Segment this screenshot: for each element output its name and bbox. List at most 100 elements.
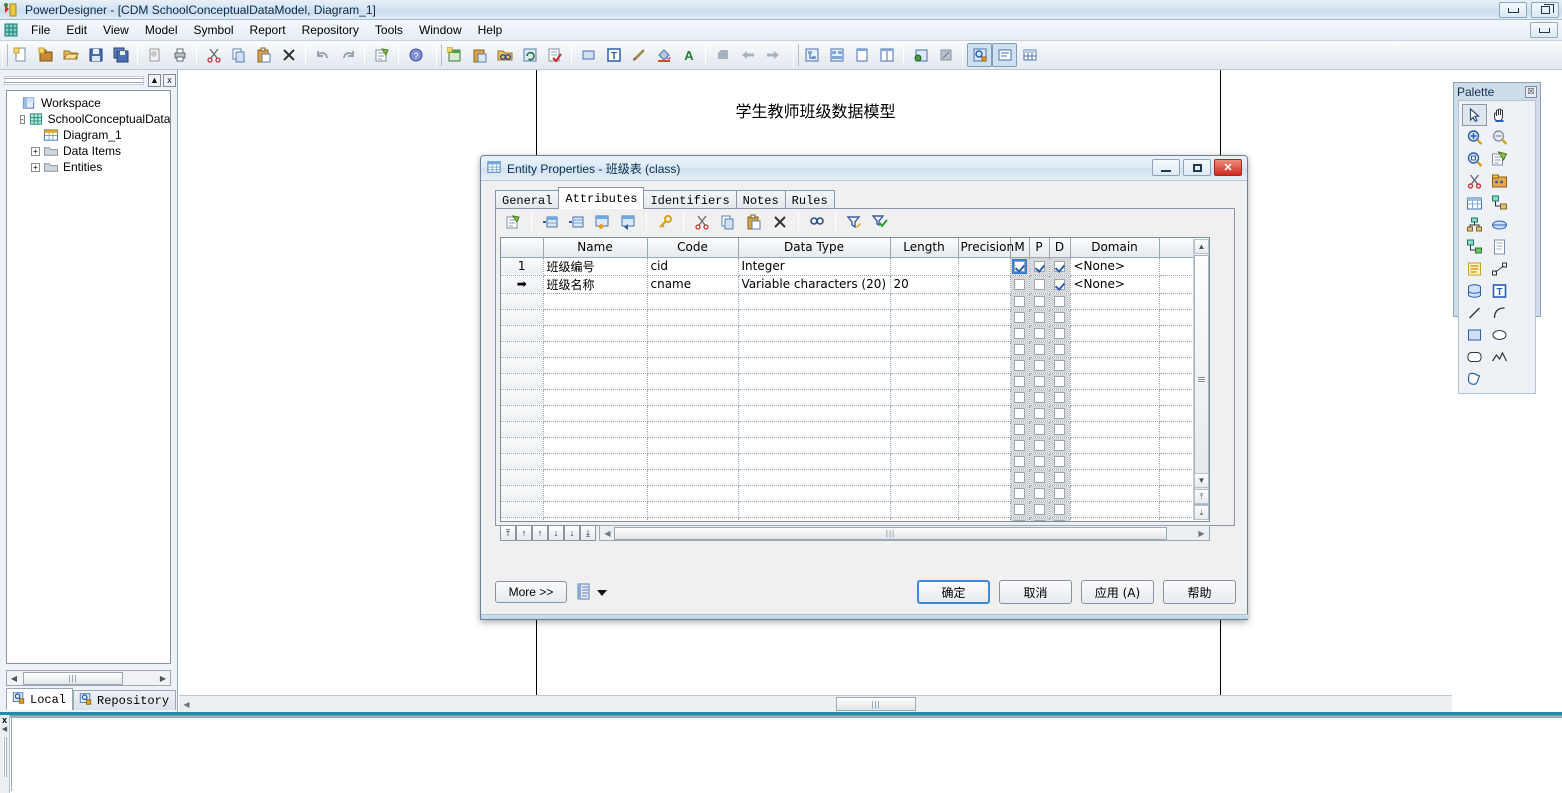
cell-code[interactable] xyxy=(647,357,739,374)
zoom-area-tool-icon[interactable] xyxy=(1462,148,1487,170)
table-row-empty[interactable] xyxy=(501,501,1209,518)
zoom-in-tool-icon[interactable] xyxy=(1462,126,1487,148)
cell-code[interactable] xyxy=(647,373,739,390)
cell-displayed-checkbox[interactable] xyxy=(1049,517,1071,521)
cell-primary-checkbox[interactable] xyxy=(1029,257,1050,276)
cell-mandatory-checkbox[interactable] xyxy=(1010,405,1030,422)
checkbox[interactable] xyxy=(1033,344,1045,355)
rounded-rectangle-tool-icon[interactable] xyxy=(1462,346,1487,368)
link-symbol-tool-icon[interactable] xyxy=(1487,258,1512,280)
menu-item-help[interactable]: Help xyxy=(470,21,511,39)
undo-icon[interactable] xyxy=(310,43,335,67)
checkbox[interactable] xyxy=(1054,312,1065,323)
organize-symbols-icon[interactable] xyxy=(799,43,824,67)
cell-domain[interactable] xyxy=(1070,405,1160,422)
cut-icon[interactable] xyxy=(201,43,226,67)
line-tool-icon[interactable] xyxy=(1462,302,1487,324)
display-preferences-icon[interactable] xyxy=(908,43,933,67)
align-icon[interactable] xyxy=(710,43,735,67)
cell-code[interactable] xyxy=(647,309,739,326)
checkbox[interactable] xyxy=(1054,376,1065,387)
cell-primary-checkbox[interactable] xyxy=(1029,357,1050,374)
checkbox[interactable] xyxy=(1033,392,1045,403)
checkbox[interactable] xyxy=(1033,472,1045,483)
checkbox[interactable] xyxy=(1014,504,1025,515)
rectangle-tool-icon[interactable] xyxy=(1462,324,1487,346)
menu-item-edit[interactable]: Edit xyxy=(58,21,95,39)
cell-primary-checkbox[interactable] xyxy=(1029,373,1050,390)
scroll-right-arrow-icon[interactable]: ▶ xyxy=(156,671,170,685)
cell-precision[interactable] xyxy=(958,275,1011,294)
move-up-button[interactable]: ↑ xyxy=(532,525,548,541)
row-number[interactable]: 1 xyxy=(501,257,544,276)
cell-precision[interactable] xyxy=(958,421,1011,438)
cell-length[interactable] xyxy=(890,309,959,326)
checkbox[interactable] xyxy=(1033,279,1045,290)
table-row-empty[interactable] xyxy=(501,517,1209,521)
checkbox[interactable] xyxy=(1033,424,1045,435)
cell-mandatory-checkbox[interactable] xyxy=(1010,485,1030,502)
cell-domain[interactable] xyxy=(1070,341,1160,358)
window-minimize-button[interactable] xyxy=(1499,2,1527,18)
cell-primary-checkbox[interactable] xyxy=(1029,469,1050,486)
browser-title-grip[interactable] xyxy=(4,75,144,85)
checkbox[interactable] xyxy=(1033,440,1045,451)
move-down-button[interactable]: ↓ xyxy=(548,525,564,541)
insert-row-icon[interactable] xyxy=(537,210,563,234)
apply-button[interactable]: 应用 (A) xyxy=(1081,580,1154,604)
properties-tool-icon[interactable] xyxy=(1487,148,1512,170)
cell-precision[interactable] xyxy=(958,485,1011,502)
row-number[interactable] xyxy=(501,485,544,502)
checkbox[interactable] xyxy=(1014,424,1025,435)
print-icon[interactable] xyxy=(167,43,192,67)
cell-code[interactable] xyxy=(647,469,739,486)
ok-button[interactable]: 确定 xyxy=(917,580,990,604)
cell-displayed-checkbox[interactable] xyxy=(1049,421,1071,438)
file-tool-icon[interactable] xyxy=(1487,236,1512,258)
cell-name[interactable] xyxy=(543,341,648,358)
column-header-datatype[interactable]: Data Type xyxy=(738,238,891,258)
grid-scroll-left-icon[interactable]: ◀ xyxy=(600,526,615,541)
row-number[interactable] xyxy=(501,437,544,454)
cell-domain[interactable] xyxy=(1070,373,1160,390)
cell-domain[interactable] xyxy=(1070,485,1160,502)
checkbox[interactable] xyxy=(1054,408,1065,419)
cell-domain[interactable] xyxy=(1070,421,1160,438)
menu-item-file[interactable]: File xyxy=(23,21,58,39)
delete-icon[interactable] xyxy=(767,210,793,234)
checkbox[interactable] xyxy=(1033,488,1045,499)
checkbox[interactable] xyxy=(1054,392,1065,403)
table-row[interactable]: ➡ 班级名称 cname Variable characters (20) 20 <Non… xyxy=(501,275,1209,294)
cell-precision[interactable] xyxy=(958,357,1011,374)
row-number[interactable] xyxy=(501,357,544,374)
browser-collapse-button[interactable]: ▲ xyxy=(148,73,161,87)
table-row-empty[interactable] xyxy=(501,357,1209,374)
cell-length[interactable]: 20 xyxy=(890,275,959,294)
shape-icon[interactable] xyxy=(576,43,601,67)
cell-mandatory-checkbox[interactable] xyxy=(1010,373,1030,390)
checkbox[interactable] xyxy=(1033,520,1045,521)
checkbox[interactable] xyxy=(1014,456,1025,467)
tree-expander[interactable]: - xyxy=(20,114,25,124)
checkbox[interactable] xyxy=(1054,504,1065,515)
add-existing-icon[interactable] xyxy=(615,210,641,234)
cell-name[interactable] xyxy=(543,309,648,326)
cell-mandatory-checkbox[interactable] xyxy=(1010,309,1030,326)
cell-datatype[interactable]: Integer xyxy=(738,257,891,276)
cell-mandatory-checkbox[interactable] xyxy=(1010,389,1030,406)
cell-displayed-checkbox[interactable] xyxy=(1049,309,1071,326)
dialog-tab-notes[interactable]: Notes xyxy=(735,190,786,209)
cell-datatype[interactable] xyxy=(738,421,891,438)
save-icon[interactable] xyxy=(83,43,108,67)
table-row-empty[interactable] xyxy=(501,389,1209,406)
cell-displayed-checkbox[interactable] xyxy=(1049,485,1071,502)
cell-datatype[interactable] xyxy=(738,309,891,326)
cell-domain[interactable] xyxy=(1070,357,1160,374)
attributes-grid[interactable]: Name Code Data Type Length Precision M P D Domai… xyxy=(500,237,1210,522)
customize-filter-icon[interactable] xyxy=(841,210,867,234)
browser-tree[interactable]: Workspace - SchoolConceptualDatal Diagram_1… xyxy=(6,90,171,664)
cell-domain[interactable]: <None> xyxy=(1070,257,1160,276)
cell-length[interactable] xyxy=(890,517,959,521)
cell-primary-checkbox[interactable] xyxy=(1029,309,1050,326)
table-row-empty[interactable] xyxy=(501,373,1209,390)
